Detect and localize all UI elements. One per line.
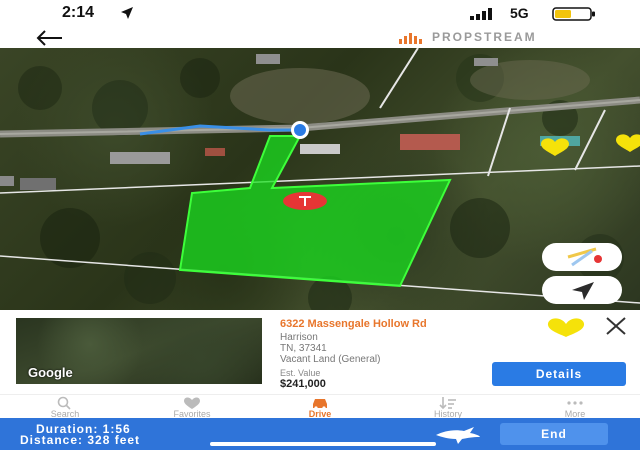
- navigation-arrow-icon: [572, 282, 594, 300]
- property-thumbnail[interactable]: Google: [16, 318, 262, 384]
- end-drive-button[interactable]: End: [500, 423, 608, 445]
- thumbnail-logo: Google: [28, 365, 73, 380]
- battery-icon: [552, 7, 595, 21]
- tab-history[interactable]: History: [393, 395, 503, 419]
- property-city: Harrison: [280, 332, 318, 343]
- tab-more[interactable]: More: [520, 395, 630, 419]
- more-icon: [567, 401, 583, 405]
- details-button[interactable]: Details: [492, 362, 626, 386]
- building: [20, 178, 56, 190]
- building: [300, 144, 340, 154]
- property-type: Vacant Land (General): [280, 354, 381, 365]
- signal-strength-icon: [470, 8, 492, 20]
- brand-name: PROPSTREAM: [432, 30, 537, 44]
- bird-icon: [436, 427, 480, 444]
- search-icon: [57, 396, 71, 410]
- property-state-zip: TN, 37341: [280, 343, 327, 354]
- history-icon: [439, 397, 456, 410]
- network-type: 5G: [510, 5, 529, 21]
- heart-icon: [184, 397, 200, 409]
- building: [474, 58, 498, 66]
- satellite-map[interactable]: [0, 48, 640, 310]
- app-header: PROPSTREAM: [0, 28, 640, 48]
- map-layers-icon: [567, 247, 602, 267]
- building: [205, 148, 225, 156]
- map-type-button[interactable]: [542, 243, 622, 271]
- back-arrow-icon[interactable]: [34, 29, 64, 47]
- building: [110, 152, 170, 164]
- est-value-label: Est. Value: [280, 368, 321, 378]
- location-arrow-icon: [121, 7, 133, 19]
- est-value: $241,000: [280, 378, 326, 390]
- tab-drive[interactable]: Drive: [265, 395, 375, 419]
- close-icon[interactable]: [604, 316, 628, 336]
- tab-bar: Search Favorites Drive History More: [0, 394, 640, 419]
- trip-distance: Distance: 328 feet: [20, 433, 141, 447]
- property-address: 6322 Massengale Hollow Rd: [280, 318, 427, 330]
- building: [400, 134, 460, 150]
- clock: 2:14: [62, 4, 95, 21]
- building: [0, 176, 14, 186]
- favorite-marker-icon: [616, 134, 640, 152]
- property-card[interactable]: Google 6322 Massengale Hollow Rd Harriso…: [0, 310, 640, 394]
- home-indicator: [210, 442, 436, 446]
- recenter-button[interactable]: [542, 276, 622, 304]
- car-icon: [313, 399, 327, 410]
- tab-favorites[interactable]: Favorites: [137, 395, 247, 419]
- favorite-heart-icon[interactable]: [546, 316, 586, 338]
- brand-logo-icon: [399, 33, 422, 44]
- tab-search[interactable]: Search: [10, 395, 120, 419]
- status-bar: 2:14 5G: [0, 0, 640, 28]
- property-parcel: [178, 135, 452, 288]
- building: [256, 54, 280, 64]
